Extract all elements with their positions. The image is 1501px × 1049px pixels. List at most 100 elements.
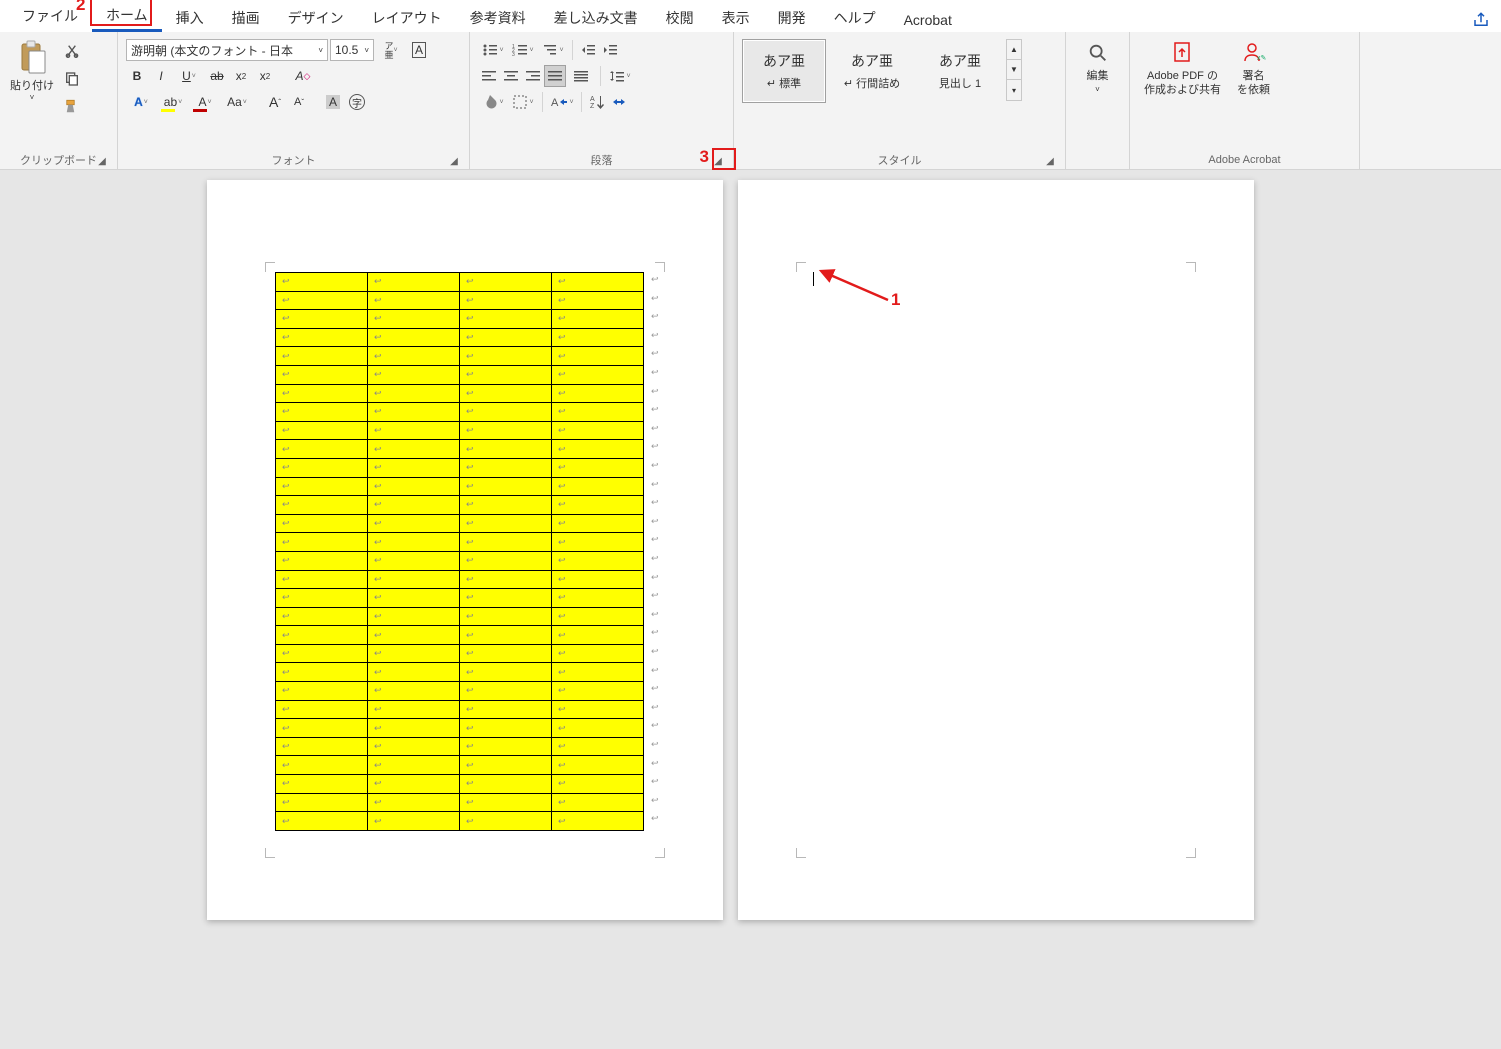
table-cell[interactable]: ↩: [276, 291, 368, 310]
character-shading-button[interactable]: A: [322, 91, 344, 113]
table-cell[interactable]: ↩: [276, 812, 368, 831]
table-cell[interactable]: ↩: [368, 570, 460, 589]
tab-developer[interactable]: 開発: [764, 2, 820, 32]
table-cell[interactable]: ↩: [460, 793, 552, 812]
table-cell[interactable]: ↩: [552, 533, 644, 552]
font-size-combo[interactable]: 10.5˅: [330, 39, 374, 61]
bold-button[interactable]: B: [126, 65, 148, 87]
table-cell[interactable]: ↩: [460, 496, 552, 515]
tab-layout[interactable]: レイアウト: [358, 2, 456, 32]
table-cell[interactable]: ↩: [368, 551, 460, 570]
table-cell[interactable]: ↩: [276, 589, 368, 608]
table-cell[interactable]: ↩: [552, 737, 644, 756]
table-cell[interactable]: ↩: [460, 812, 552, 831]
table-cell[interactable]: ↩: [368, 273, 460, 292]
align-left-button[interactable]: [478, 65, 500, 87]
request-signature-button[interactable]: x✎ 署名を依頼: [1229, 35, 1278, 101]
table-cell[interactable]: ↩: [276, 607, 368, 626]
align-right-button[interactable]: [522, 65, 544, 87]
superscript-button[interactable]: x2: [254, 65, 276, 87]
table-cell[interactable]: ↩: [276, 644, 368, 663]
enclose-character-button[interactable]: 字: [346, 91, 368, 113]
table-cell[interactable]: ↩: [276, 626, 368, 645]
italic-button[interactable]: I: [150, 65, 172, 87]
shrink-font-button[interactable]: Aˇ: [288, 91, 310, 113]
table-cell[interactable]: ↩: [368, 607, 460, 626]
styles-launcher[interactable]: ◢: [1043, 154, 1057, 168]
table-cell[interactable]: ↩: [460, 291, 552, 310]
styles-scroll-up[interactable]: ▲: [1007, 40, 1021, 60]
table-cell[interactable]: ↩: [460, 440, 552, 459]
tab-mailings[interactable]: 差し込み文書: [540, 2, 652, 32]
table-cell[interactable]: ↩: [460, 533, 552, 552]
table-cell[interactable]: ↩: [368, 775, 460, 794]
table-cell[interactable]: ↩: [276, 551, 368, 570]
table-cell[interactable]: ↩: [368, 663, 460, 682]
table-cell[interactable]: ↩: [552, 756, 644, 775]
table-cell[interactable]: ↩: [276, 440, 368, 459]
table-cell[interactable]: ↩: [368, 626, 460, 645]
table-cell[interactable]: ↩: [460, 273, 552, 292]
table-cell[interactable]: ↩: [276, 477, 368, 496]
table-cell[interactable]: ↩: [368, 403, 460, 422]
decrease-indent-button[interactable]: [577, 39, 599, 61]
table-cell[interactable]: ↩: [276, 273, 368, 292]
table-cell[interactable]: ↩: [368, 700, 460, 719]
paragraph-launcher[interactable]: ◢: [711, 154, 725, 168]
table-cell[interactable]: ↩: [368, 421, 460, 440]
table-cell[interactable]: ↩: [552, 291, 644, 310]
table-cell[interactable]: ↩: [552, 496, 644, 515]
table-cell[interactable]: ↩: [368, 384, 460, 403]
grow-font-button[interactable]: Aˆ: [264, 91, 286, 113]
font-name-combo[interactable]: 游明朝 (本文のフォント - 日本˅: [126, 39, 328, 61]
multilevel-list-button[interactable]: ˅: [538, 39, 568, 61]
find-button[interactable]: 編集 ˅: [1076, 35, 1120, 98]
yellow-table[interactable]: ↩↩↩↩↩↩↩↩↩↩↩↩↩↩↩↩↩↩↩↩↩↩↩↩↩↩↩↩↩↩↩↩↩↩↩↩↩↩↩↩…: [275, 272, 644, 831]
table-cell[interactable]: ↩: [460, 737, 552, 756]
table-cell[interactable]: ↩: [460, 719, 552, 738]
table-cell[interactable]: ↩: [552, 384, 644, 403]
table-cell[interactable]: ↩: [368, 365, 460, 384]
ruby-button[interactable]: ア亜˅: [376, 39, 406, 61]
table-cell[interactable]: ↩: [368, 793, 460, 812]
character-border-button[interactable]: A: [408, 39, 430, 61]
table-cell[interactable]: ↩: [276, 403, 368, 422]
table-cell[interactable]: ↩: [552, 477, 644, 496]
numbering-button[interactable]: 123˅: [508, 39, 538, 61]
table-cell[interactable]: ↩: [460, 551, 552, 570]
table-cell[interactable]: ↩: [460, 328, 552, 347]
table-cell[interactable]: ↩: [460, 756, 552, 775]
table-cell[interactable]: ↩: [276, 384, 368, 403]
cut-icon[interactable]: [62, 41, 82, 61]
share-icon[interactable]: [1469, 8, 1493, 32]
table-cell[interactable]: ↩: [552, 365, 644, 384]
table-cell[interactable]: ↩: [276, 310, 368, 329]
styles-expand[interactable]: ▾: [1007, 80, 1021, 100]
table-cell[interactable]: ↩: [552, 700, 644, 719]
table-cell[interactable]: ↩: [552, 310, 644, 329]
tab-design[interactable]: デザイン: [274, 2, 358, 32]
tab-view[interactable]: 表示: [708, 2, 764, 32]
strikethrough-button[interactable]: ab: [206, 65, 228, 87]
table-cell[interactable]: ↩: [368, 291, 460, 310]
table-cell[interactable]: ↩: [552, 663, 644, 682]
tab-draw[interactable]: 描画: [218, 2, 274, 32]
table-cell[interactable]: ↩: [368, 682, 460, 701]
table-cell[interactable]: ↩: [552, 458, 644, 477]
table-cell[interactable]: ↩: [552, 347, 644, 366]
table-cell[interactable]: ↩: [368, 458, 460, 477]
sort-button[interactable]: AZ: [586, 91, 608, 113]
table-cell[interactable]: ↩: [552, 775, 644, 794]
table-cell[interactable]: ↩: [460, 700, 552, 719]
highlight-button[interactable]: ab˅: [158, 91, 188, 113]
table-cell[interactable]: ↩: [368, 514, 460, 533]
style-heading1[interactable]: あア亜 見出し 1: [918, 39, 1002, 103]
table-cell[interactable]: ↩: [276, 496, 368, 515]
tab-review[interactable]: 校閲: [652, 2, 708, 32]
table-cell[interactable]: ↩: [368, 347, 460, 366]
table-cell[interactable]: ↩: [368, 756, 460, 775]
tab-insert[interactable]: 挿入: [162, 2, 218, 32]
table-cell[interactable]: ↩: [552, 812, 644, 831]
table-cell[interactable]: ↩: [460, 626, 552, 645]
table-cell[interactable]: ↩: [552, 626, 644, 645]
